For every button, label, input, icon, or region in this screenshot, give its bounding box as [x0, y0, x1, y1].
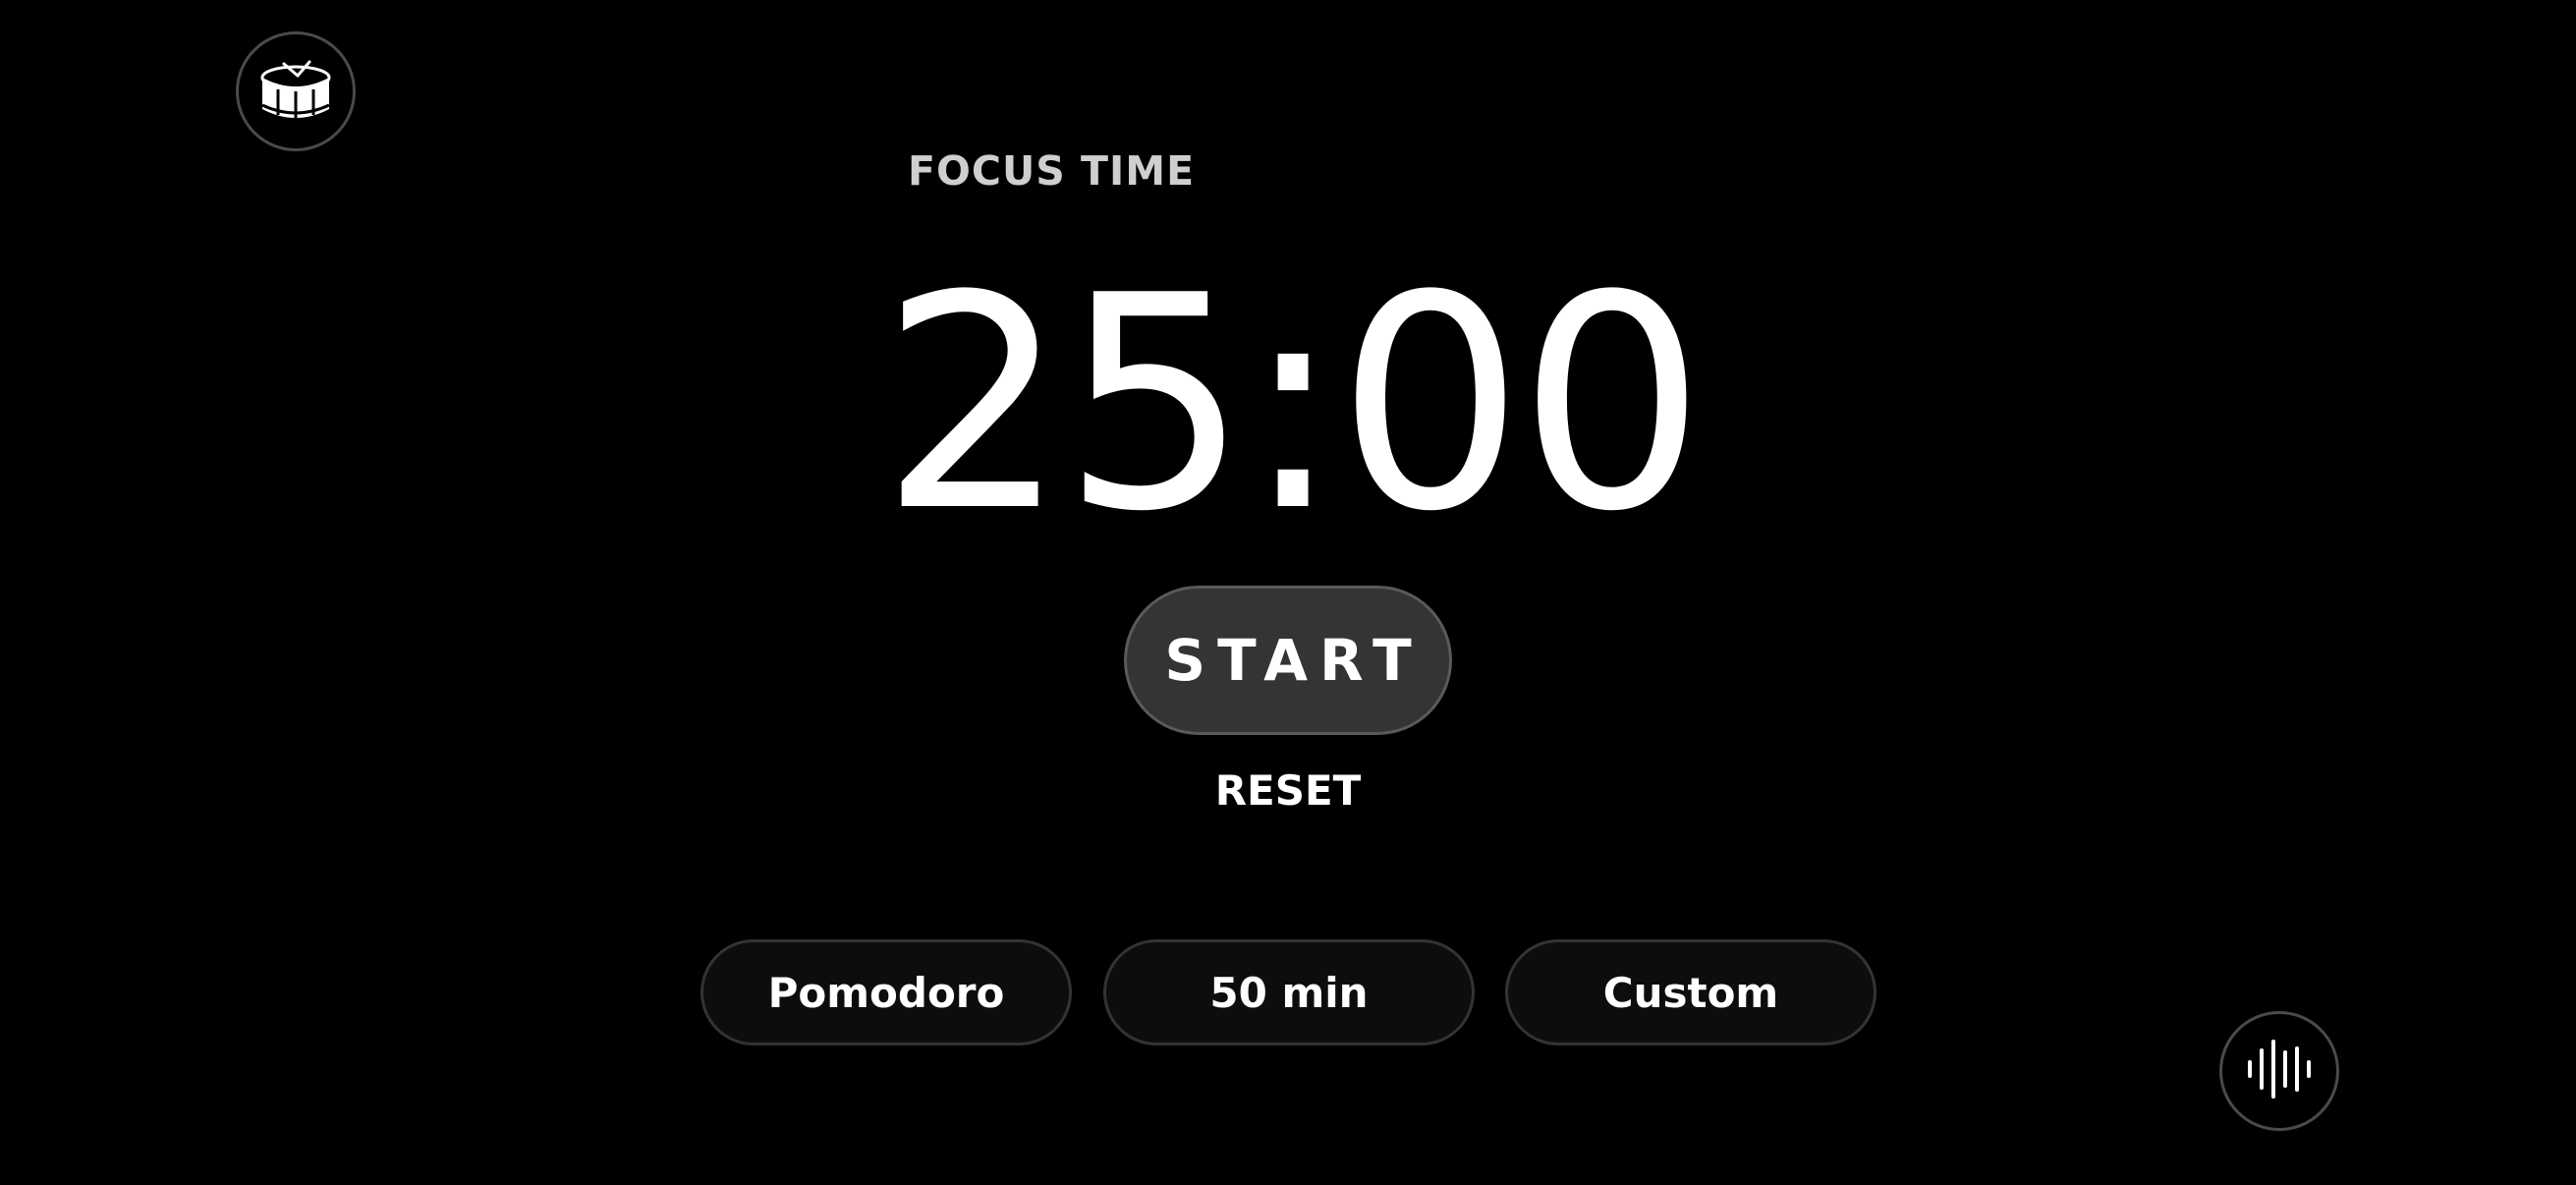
- timer-screen: FOCUS TIME 25:00 START RESET Pomodoro 50…: [0, 0, 2576, 1185]
- sound-button[interactable]: [2219, 1011, 2339, 1131]
- reset-button[interactable]: RESET: [1140, 766, 1436, 815]
- preset-50-min-button[interactable]: 50 min: [1103, 939, 1475, 1045]
- timer-display: 25:00: [879, 233, 1707, 576]
- timer-mode-label: FOCUS TIME: [908, 147, 1196, 195]
- start-button[interactable]: START: [1124, 586, 1452, 735]
- sound-wave-icon: [2245, 1039, 2314, 1104]
- drum-menu-button[interactable]: [236, 31, 356, 151]
- preset-pomodoro-button[interactable]: Pomodoro: [700, 939, 1072, 1045]
- preset-custom-button[interactable]: Custom: [1505, 939, 1876, 1045]
- drum-clock-icon: [258, 56, 333, 128]
